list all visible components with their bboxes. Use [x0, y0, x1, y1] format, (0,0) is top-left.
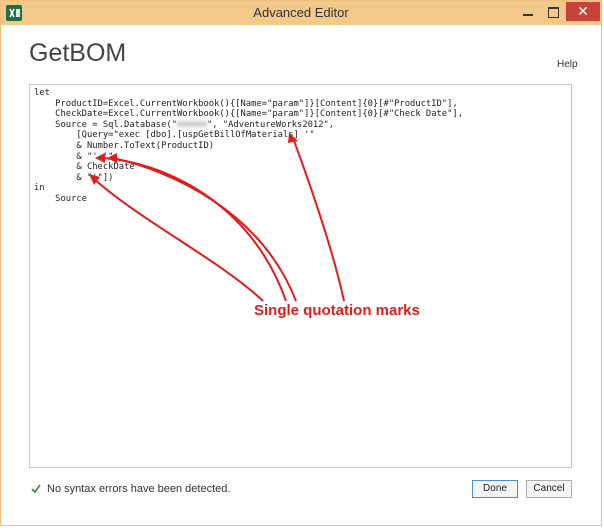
cancel-button[interactable]: Cancel	[526, 480, 572, 498]
help-link[interactable]: Help	[557, 59, 578, 70]
query-name-heading: GetBOM	[29, 39, 127, 67]
check-icon	[31, 484, 41, 494]
code-line: & "'"])	[34, 172, 114, 183]
code-line: ProductID=Excel.CurrentWorkbook(){[Name=…	[34, 98, 458, 109]
close-button[interactable]: ✕	[566, 2, 600, 21]
redacted-server-name	[177, 121, 207, 128]
code-line: in	[34, 183, 45, 194]
annotation-label: Single quotation marks	[254, 302, 420, 319]
minimize-button[interactable]	[516, 3, 540, 21]
code-line: let	[34, 88, 50, 98]
done-button[interactable]: Done	[472, 480, 518, 498]
code-text: let ProductID=Excel.CurrentWorkbook(){[N…	[34, 88, 463, 205]
status-message: No syntax errors have been detected.	[47, 483, 231, 495]
code-line: & CheckDate	[34, 162, 135, 173]
code-line: Source	[34, 193, 87, 204]
code-line: & "','"	[34, 151, 114, 162]
code-editor[interactable]: let ProductID=Excel.CurrentWorkbook(){[N…	[29, 84, 572, 468]
maximize-button[interactable]	[541, 3, 565, 21]
code-segment: Source = Sql.Database("	[34, 119, 177, 130]
window-title: Advanced Editor	[253, 5, 349, 20]
advanced-editor-window: Advanced Editor ✕ GetBOM Help let Produc…	[0, 0, 602, 526]
code-line: [Query="exec [dbo].[uspGetBillOfMaterial…	[34, 130, 315, 141]
code-line: Source = Sql.Database(" ", "AdventureWork…	[34, 120, 463, 131]
title-bar[interactable]: Advanced Editor ✕	[1, 1, 601, 25]
code-line: & Number.ToText(ProductID)	[34, 140, 215, 151]
code-line: CheckDate=Excel.CurrentWorkbook(){[Name=…	[34, 109, 463, 120]
code-segment: ", "AdventureWorks2012",	[207, 119, 335, 130]
